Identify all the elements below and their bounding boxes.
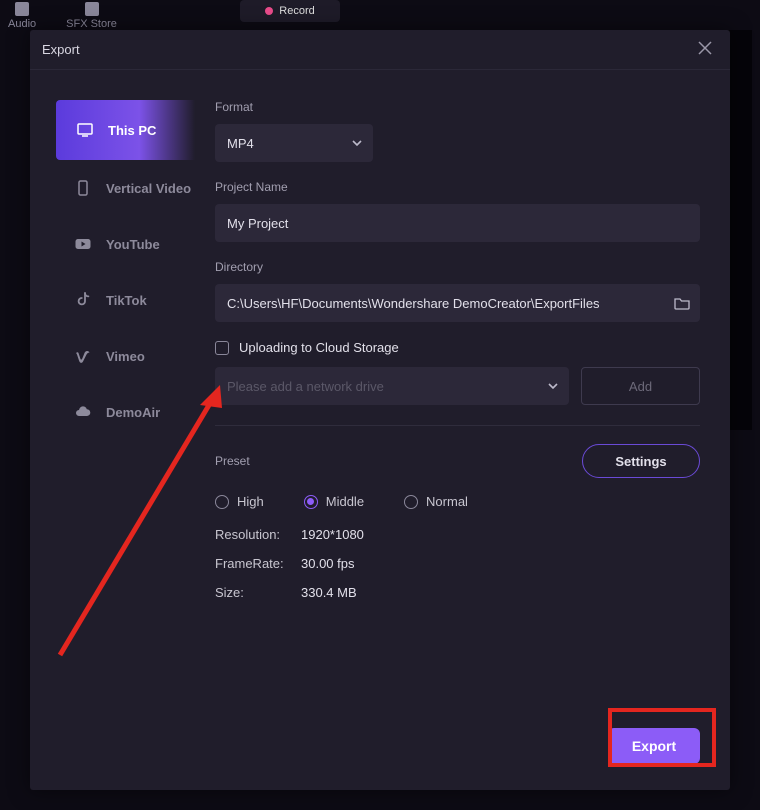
project-name-input-wrap	[215, 204, 700, 242]
project-name-input[interactable]	[227, 216, 688, 231]
sidebar-item-tiktok[interactable]: TikTok	[56, 272, 195, 328]
project-name-label: Project Name	[215, 180, 700, 194]
sidebar-item-label: TikTok	[106, 293, 147, 308]
chevron-down-icon	[351, 137, 363, 149]
resolution-label: Resolution:	[215, 527, 301, 542]
format-select[interactable]: MP4	[215, 124, 373, 162]
background-toolbar: Audio SFX Store	[0, 0, 760, 30]
sidebar-item-label: Vertical Video	[106, 181, 191, 196]
preset-label: Preset	[215, 454, 250, 468]
dialog-titlebar: Export	[30, 30, 730, 70]
export-button[interactable]: Export	[608, 728, 700, 764]
framerate-value: 30.00 fps	[301, 556, 355, 571]
youtube-icon	[74, 235, 92, 253]
export-main-panel: Format MP4 Project Name Directory	[195, 100, 730, 710]
sidebar-item-label: YouTube	[106, 237, 160, 252]
sidebar-item-label: Vimeo	[106, 349, 145, 364]
sidebar-item-demoair[interactable]: DemoAir	[56, 384, 195, 440]
size-label: Size:	[215, 585, 301, 600]
preset-radio-middle[interactable]: Middle	[304, 494, 364, 509]
directory-input-wrap	[215, 284, 700, 322]
vimeo-icon	[74, 347, 92, 365]
directory-input[interactable]	[227, 296, 688, 311]
cloud-upload-label: Uploading to Cloud Storage	[239, 340, 399, 355]
format-value: MP4	[227, 136, 254, 151]
preset-radio-group: High Middle Normal	[215, 494, 700, 509]
directory-label: Directory	[215, 260, 700, 274]
sidebar-item-vimeo[interactable]: Vimeo	[56, 328, 195, 384]
vertical-video-icon	[74, 179, 92, 197]
sidebar-item-label: This PC	[108, 123, 156, 138]
close-icon[interactable]	[698, 41, 716, 59]
sidebar-item-vertical-video[interactable]: Vertical Video	[56, 160, 195, 216]
framerate-label: FrameRate:	[215, 556, 301, 571]
size-value: 330.4 MB	[301, 585, 357, 600]
cloud-upload-checkbox[interactable]	[215, 341, 229, 355]
chevron-down-icon	[547, 380, 559, 392]
preset-radio-high[interactable]: High	[215, 494, 264, 509]
network-drive-select[interactable]: Please add a network drive	[215, 367, 569, 405]
background-record-pill: Record	[240, 0, 340, 22]
resolution-value: 1920*1080	[301, 527, 364, 542]
sidebar-item-label: DemoAir	[106, 405, 160, 420]
cloud-icon	[74, 403, 92, 421]
export-sidebar: This PC Vertical Video YouTube TikTok	[30, 100, 195, 710]
add-drive-button[interactable]: Add	[581, 367, 700, 405]
monitor-icon	[76, 121, 94, 139]
divider	[215, 425, 700, 426]
folder-icon[interactable]	[674, 296, 690, 310]
network-drive-placeholder: Please add a network drive	[227, 379, 384, 394]
format-label: Format	[215, 100, 700, 114]
tiktok-icon	[74, 291, 92, 309]
preset-radio-normal[interactable]: Normal	[404, 494, 468, 509]
export-dialog: Export This PC Vertical Video	[30, 30, 730, 790]
sidebar-item-this-pc[interactable]: This PC	[56, 100, 195, 160]
dialog-title: Export	[42, 42, 80, 57]
settings-button[interactable]: Settings	[582, 444, 700, 478]
sidebar-item-youtube[interactable]: YouTube	[56, 216, 195, 272]
